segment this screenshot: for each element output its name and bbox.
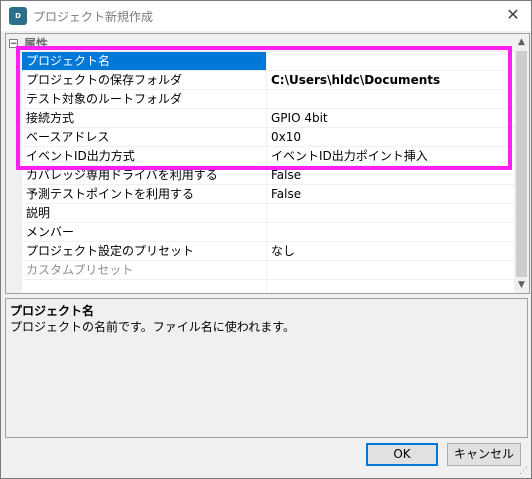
property-value[interactable]: [267, 223, 514, 241]
property-name: カスタムプリセット: [22, 261, 267, 279]
property-row-root-folder[interactable]: テスト対象のルートフォルダ: [22, 90, 514, 109]
vertical-scrollbar[interactable]: ▲ ▼: [514, 34, 529, 293]
property-name: イベントID出力方式: [22, 147, 267, 165]
property-value[interactable]: 0x10: [267, 128, 514, 146]
property-row-event-id-output[interactable]: イベントID出力方式 イベントID出力ポイント挿入: [22, 147, 514, 166]
close-icon[interactable]: ✕: [505, 7, 521, 23]
property-name: 予測テストポイントを利用する: [22, 185, 267, 203]
property-value[interactable]: なし: [267, 242, 514, 260]
grid-left-margin: [6, 52, 22, 293]
property-row-empty: [22, 280, 514, 293]
ok-button[interactable]: OK: [366, 443, 438, 466]
cancel-button[interactable]: キャンセル: [447, 443, 521, 466]
property-value[interactable]: GPIO 4bit: [267, 109, 514, 127]
scroll-thumb[interactable]: [516, 51, 527, 277]
property-name: プロジェクト名: [22, 52, 267, 70]
description-body: プロジェクトの名前です。ファイル名に使われます。: [10, 320, 296, 334]
property-row-custom-preset[interactable]: カスタムプリセット: [22, 261, 514, 280]
description-title: プロジェクト名: [10, 304, 95, 318]
property-name: 接続方式: [22, 109, 267, 127]
window-title: プロジェクト新規作成: [33, 9, 154, 24]
property-value[interactable]: [267, 90, 514, 108]
property-name: [22, 280, 267, 293]
property-value: [267, 280, 514, 293]
scroll-up-icon[interactable]: ▲: [514, 34, 529, 50]
property-row-members[interactable]: メンバー: [22, 223, 514, 242]
property-name: プロジェクトの保存フォルダ: [22, 71, 267, 89]
property-value[interactable]: C:\Users\hldc\Documents: [267, 71, 514, 89]
property-name: ベースアドレス: [22, 128, 267, 146]
category-label: 属性: [24, 36, 49, 51]
property-name: テスト対象のルートフォルダ: [22, 90, 267, 108]
scroll-down-icon[interactable]: ▼: [514, 277, 529, 293]
category-row[interactable]: − 属性: [6, 34, 514, 52]
property-name: 説明: [22, 204, 267, 222]
property-value[interactable]: False: [267, 166, 514, 184]
property-row-base-address[interactable]: ベースアドレス 0x10: [22, 128, 514, 147]
property-name: メンバー: [22, 223, 267, 241]
property-name: カバレッジ専用ドライバを利用する: [22, 166, 267, 184]
resize-grip-icon[interactable]: ⋰: [519, 466, 529, 476]
property-row-predicted-testpoint[interactable]: 予測テストポイントを利用する False: [22, 185, 514, 204]
property-row-save-folder[interactable]: プロジェクトの保存フォルダ C:\Users\hldc\Documents: [22, 71, 514, 90]
property-value[interactable]: [267, 52, 514, 70]
app-logo-icon: D: [9, 7, 27, 25]
property-rows: プロジェクト名 プロジェクトの保存フォルダ C:\Users\hldc\Docu…: [22, 52, 514, 293]
title-bar: D プロジェクト新規作成 ✕: [1, 1, 531, 31]
property-value[interactable]: False: [267, 185, 514, 203]
property-value[interactable]: [267, 204, 514, 222]
property-row-preset[interactable]: プロジェクト設定のプリセット なし: [22, 242, 514, 261]
property-grid: − 属性 プロジェクト名 プロジェクトの保存フォルダ C:\Users\hldc…: [5, 33, 530, 294]
property-value[interactable]: [267, 261, 514, 279]
property-row-coverage-driver[interactable]: カバレッジ専用ドライバを利用する False: [22, 166, 514, 185]
property-row-project-name[interactable]: プロジェクト名: [22, 52, 514, 71]
property-value[interactable]: イベントID出力ポイント挿入: [267, 147, 514, 165]
collapse-toggle-icon[interactable]: −: [9, 38, 18, 48]
description-panel: プロジェクト名 プロジェクトの名前です。ファイル名に使われます。: [5, 298, 528, 438]
property-row-connection[interactable]: 接続方式 GPIO 4bit: [22, 109, 514, 128]
property-row-description[interactable]: 説明: [22, 204, 514, 223]
property-name: プロジェクト設定のプリセット: [22, 242, 267, 260]
